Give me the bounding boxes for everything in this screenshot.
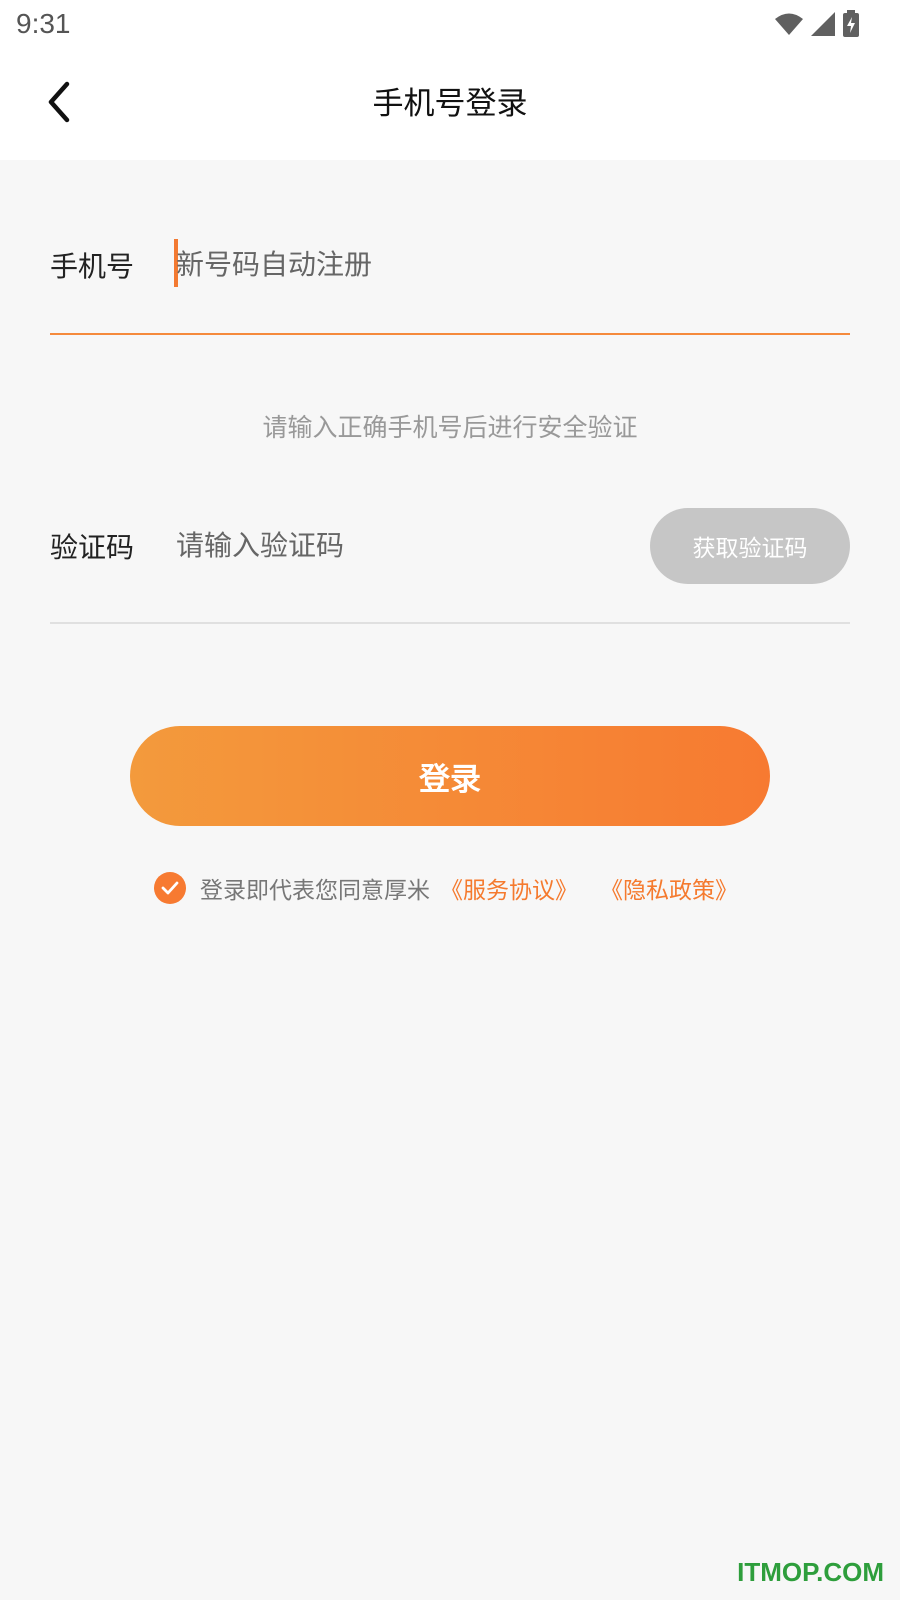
service-agreement-link[interactable]: 《服务协议》 <box>440 871 578 905</box>
page-title: 手机号登录 <box>372 86 528 122</box>
verification-hint: 请输入正确手机号后进行安全验证 <box>262 413 638 442</box>
phone-input[interactable] <box>176 239 776 289</box>
wifi-icon <box>774 11 804 41</box>
watermark: ITMOP.COM <box>737 1557 884 1587</box>
header-bar: 手机号登录 <box>0 52 900 160</box>
code-field-underline <box>50 622 850 624</box>
login-button[interactable]: 登录 <box>130 726 770 826</box>
code-input[interactable] <box>176 520 616 570</box>
agreement-text: 登录即代表您同意厚米 <box>200 878 430 904</box>
checkmark-icon <box>161 875 179 901</box>
code-field-row: 验证码 获取验证码 <box>50 492 850 624</box>
status-icons <box>774 10 860 42</box>
code-field-label: 验证码 <box>50 531 135 564</box>
agreement-row: 登录即代表您同意厚米 《服务协议》 《隐私政策》 <box>154 870 738 906</box>
phone-field-underline <box>50 333 850 335</box>
phone-field-row: 手机号 <box>50 205 850 335</box>
battery-charging-icon <box>842 10 860 42</box>
login-page: 9:31 手机号登录 手机号 新号码自动注册 请输入正确手机号后进行安全验证 验… <box>0 0 900 1600</box>
phone-field-label: 手机号 <box>50 250 135 283</box>
get-code-button[interactable]: 获取验证码 <box>650 508 850 584</box>
cellular-signal-icon <box>810 11 836 41</box>
privacy-policy-link[interactable]: 《隐私政策》 <box>600 871 738 905</box>
status-time: 9:31 <box>16 8 71 39</box>
agreement-checkbox[interactable] <box>154 872 186 904</box>
status-bar: 9:31 <box>0 0 900 52</box>
